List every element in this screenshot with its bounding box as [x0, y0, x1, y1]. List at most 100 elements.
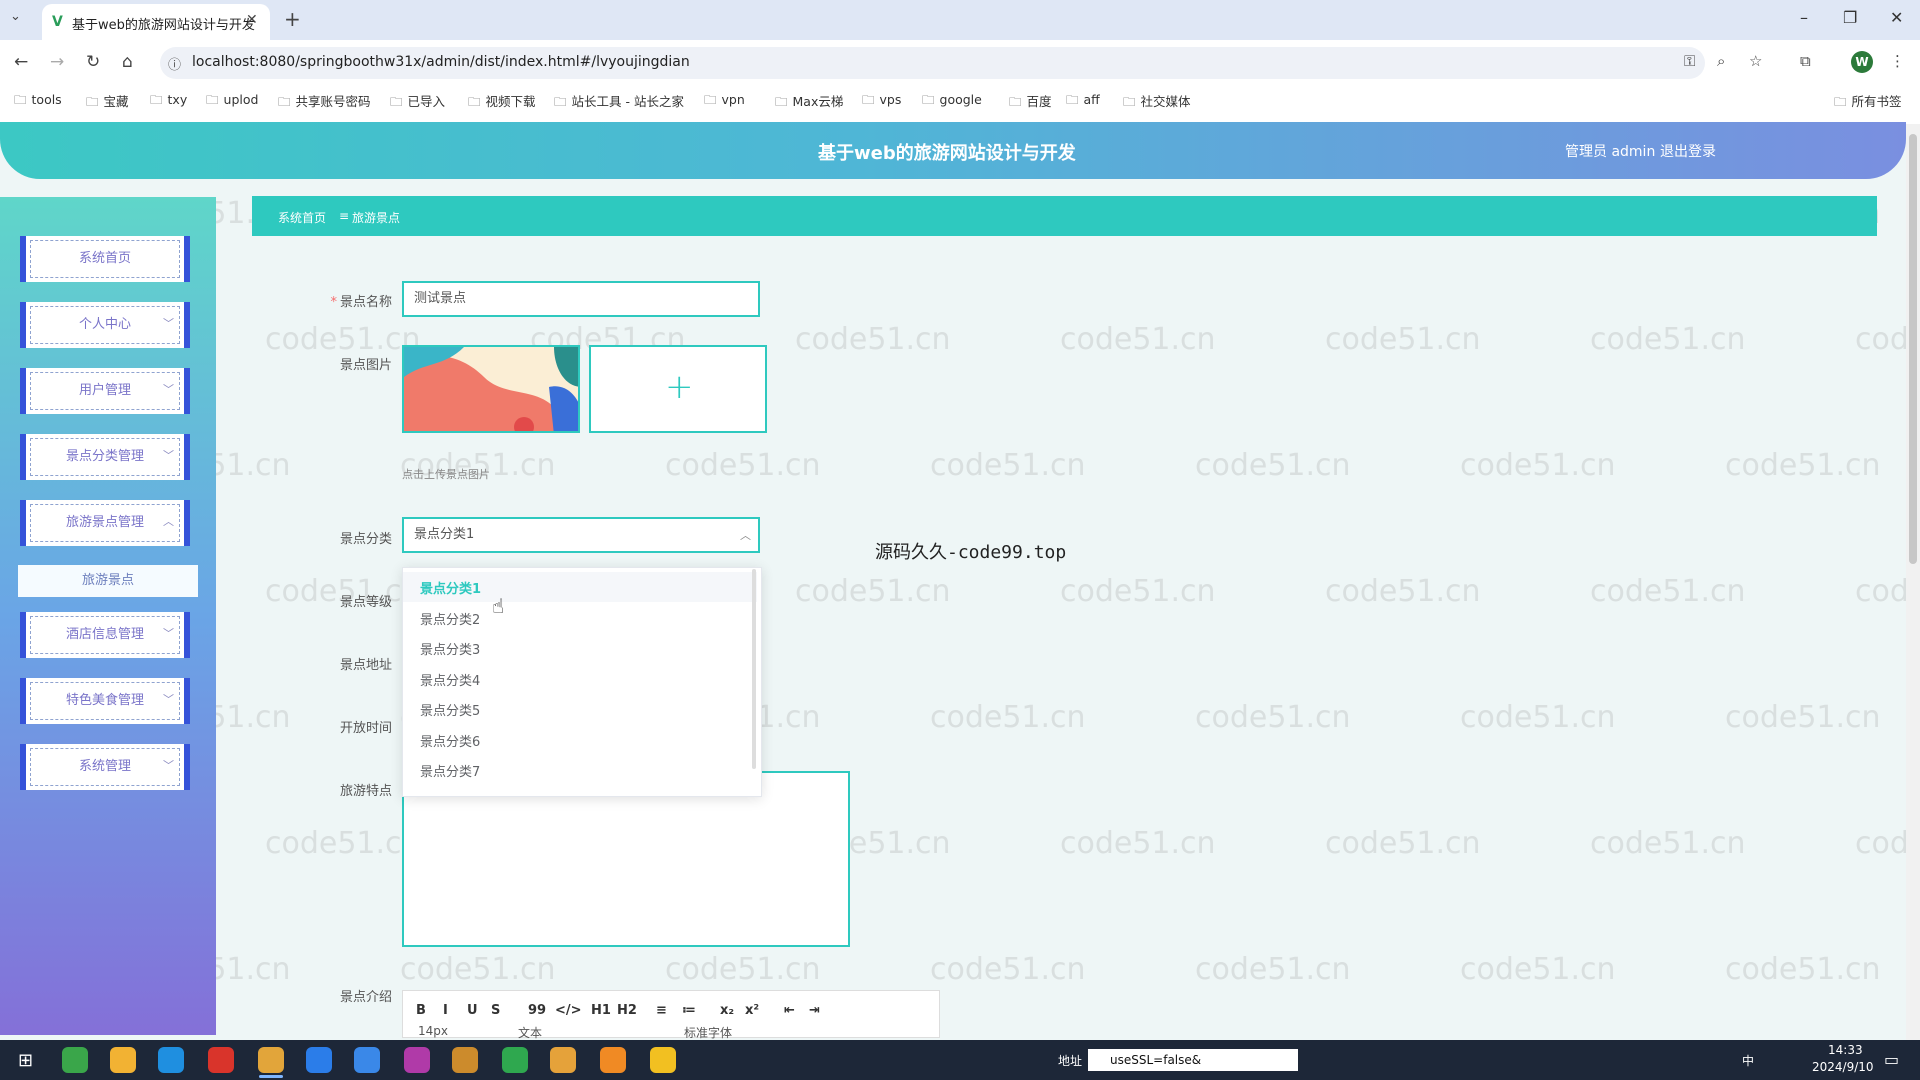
- all-bookmarks[interactable]: 🗀 所有书签: [1834, 91, 1902, 114]
- forward-icon[interactable]: →: [50, 52, 64, 72]
- uploaded-image-thumbnail[interactable]: [402, 345, 580, 433]
- windows-start-icon[interactable]: ⊞: [18, 1050, 33, 1071]
- logout-link[interactable]: 退出登录: [1660, 141, 1716, 161]
- bookmark-item[interactable]: 🗀 google: [922, 91, 982, 112]
- editor-button[interactable]: S: [491, 1003, 500, 1018]
- clock-date[interactable]: 2024/9/10: [1812, 1060, 1874, 1074]
- url-text[interactable]: localhost:8080/springboothw31x/admin/dis…: [192, 54, 690, 70]
- editor-button[interactable]: </>: [555, 1003, 582, 1018]
- sidebar-item[interactable]: 酒店信息管理 ﹀: [20, 612, 190, 658]
- bookmark-star-icon[interactable]: ☆: [1749, 52, 1762, 70]
- zoom-icon[interactable]: ⌕: [1717, 52, 1725, 70]
- intellij-icon[interactable]: [404, 1047, 430, 1073]
- edge-icon[interactable]: [158, 1047, 184, 1073]
- page-scrollbar[interactable]: [1906, 124, 1920, 1040]
- bookmark-item[interactable]: 🗀 站长工具 - 站长之家: [554, 91, 684, 114]
- home-icon[interactable]: ⌂: [122, 52, 133, 72]
- bookmark-item[interactable]: 🗀 共享账号密码: [278, 91, 371, 114]
- sublime-icon[interactable]: [600, 1047, 626, 1073]
- reload-icon[interactable]: ↻: [86, 52, 100, 72]
- sidebar-item-label: 景点分类管理: [65, 449, 144, 464]
- category-select[interactable]: 景点分类1: [402, 517, 760, 553]
- image-upload-button[interactable]: +: [589, 345, 767, 433]
- password-key-icon[interactable]: ⚿: [1684, 52, 1695, 70]
- bookmark-item[interactable]: 🗀 Max云梯: [775, 91, 843, 114]
- folder-icon[interactable]: [452, 1047, 478, 1073]
- editor-button[interactable]: ⇥: [809, 1003, 820, 1018]
- dropdown-option[interactable]: 景点分类3: [420, 639, 480, 658]
- font-family-select[interactable]: 标准字体: [684, 1024, 732, 1041]
- dropdown-option[interactable]: 景点分类7: [420, 761, 480, 780]
- notification-icon[interactable]: ▭: [1884, 1050, 1899, 1069]
- chevron-up-icon[interactable]: ︿: [740, 527, 751, 543]
- browser-tab[interactable]: V 基于web的旅游网站设计与开发 ✕: [42, 4, 270, 40]
- name-input[interactable]: 测试景点: [402, 281, 760, 317]
- extensions-icon[interactable]: ⧉: [1800, 52, 1811, 70]
- submenu-item-attractions[interactable]: 旅游景点: [18, 565, 198, 597]
- bookmark-item[interactable]: 🗀 vpn: [704, 91, 745, 112]
- close-window-icon[interactable]: ✕: [1890, 8, 1903, 27]
- editor-button[interactable]: H2: [617, 1003, 637, 1018]
- breadcrumb-home[interactable]: 系统首页: [278, 209, 326, 226]
- bookmark-item[interactable]: 🗀 已导入: [390, 91, 445, 114]
- editor-button[interactable]: H1: [591, 1003, 611, 1018]
- wechat-icon[interactable]: [502, 1047, 528, 1073]
- bookmark-item[interactable]: 🗀 社交媒体: [1123, 91, 1191, 114]
- profile-avatar[interactable]: W: [1851, 51, 1873, 73]
- bookmark-item[interactable]: 🗀 tools: [14, 91, 62, 112]
- new-tab-icon[interactable]: +: [284, 7, 301, 31]
- bookmark-item[interactable]: 🗀 vps: [862, 91, 901, 112]
- tab-close-icon[interactable]: ✕: [246, 12, 258, 28]
- editor-button[interactable]: ⇤: [784, 1003, 795, 1018]
- site-info-icon[interactable]: ⓘ: [168, 54, 181, 73]
- sidebar-item[interactable]: 系统管理 ﹀: [20, 744, 190, 790]
- font-size-select[interactable]: 14px: [418, 1024, 448, 1038]
- dropdown-option[interactable]: 景点分类6: [420, 731, 480, 750]
- clock-time[interactable]: 14:33: [1828, 1043, 1863, 1057]
- ime-indicator[interactable]: 中: [1742, 1052, 1754, 1069]
- sidebar-item[interactable]: 用户管理 ﹀: [20, 368, 190, 414]
- editor-button[interactable]: x²: [745, 1003, 759, 1018]
- back-icon[interactable]: ←: [14, 52, 28, 72]
- chevron-down-icon: ﹀: [163, 317, 174, 330]
- dropdown-scrollbar[interactable]: [752, 569, 756, 769]
- dropdown-option[interactable]: 景点分类5: [420, 700, 480, 719]
- editor-button[interactable]: x₂: [720, 1003, 734, 1018]
- minimize-icon[interactable]: –: [1800, 8, 1808, 27]
- wps-icon[interactable]: [208, 1047, 234, 1073]
- taskbar-address-input[interactable]: useSSL=false&: [1088, 1049, 1298, 1071]
- source-watermark-text: 源码久久-code99.top: [875, 542, 1067, 563]
- features-textarea[interactable]: [402, 771, 850, 947]
- sidebar-item[interactable]: 旅游景点管理 ︿: [20, 500, 190, 546]
- sidebar-item[interactable]: 系统首页: [20, 236, 190, 282]
- app-icon[interactable]: [62, 1047, 88, 1073]
- editor-button[interactable]: ≔: [682, 1003, 696, 1018]
- sidebar-item[interactable]: 特色美食管理 ﹀: [20, 678, 190, 724]
- bookmark-item[interactable]: 🗀 uplod: [206, 91, 258, 112]
- chrome-icon[interactable]: [258, 1047, 284, 1073]
- tab-search-icon[interactable]: ⌄: [10, 9, 21, 24]
- dropdown-option[interactable]: 景点分类2: [420, 609, 480, 628]
- word-icon[interactable]: [354, 1047, 380, 1073]
- sidebar-item[interactable]: 个人中心 ﹀: [20, 302, 190, 348]
- bookmark-item[interactable]: 🗀 aff: [1066, 91, 1100, 112]
- bookmark-item[interactable]: 🗀 宝藏: [86, 91, 129, 114]
- vscode-icon[interactable]: [306, 1047, 332, 1073]
- editor-button[interactable]: B: [416, 1003, 426, 1018]
- bookmark-item[interactable]: 🗀 百度: [1009, 91, 1052, 114]
- bookmark-item[interactable]: 🗀 txy: [150, 91, 187, 112]
- dropdown-option[interactable]: 景点分类1: [420, 578, 481, 597]
- editor-button[interactable]: I: [443, 1003, 448, 1018]
- file-explorer-icon[interactable]: [110, 1047, 136, 1073]
- bookmark-item[interactable]: 🗀 视频下载: [468, 91, 536, 114]
- text-style-select[interactable]: 文本: [518, 1024, 542, 1041]
- restore-icon[interactable]: ❐: [1843, 8, 1857, 27]
- app-icon[interactable]: [550, 1047, 576, 1073]
- dropdown-option[interactable]: 景点分类4: [420, 670, 480, 689]
- app-icon[interactable]: [650, 1047, 676, 1073]
- sidebar-item[interactable]: 景点分类管理 ﹀: [20, 434, 190, 480]
- editor-button[interactable]: ≡: [656, 1003, 667, 1018]
- editor-button[interactable]: 99: [528, 1003, 546, 1018]
- editor-button[interactable]: U: [467, 1003, 478, 1018]
- browser-menu-icon[interactable]: ⋮: [1890, 52, 1905, 70]
